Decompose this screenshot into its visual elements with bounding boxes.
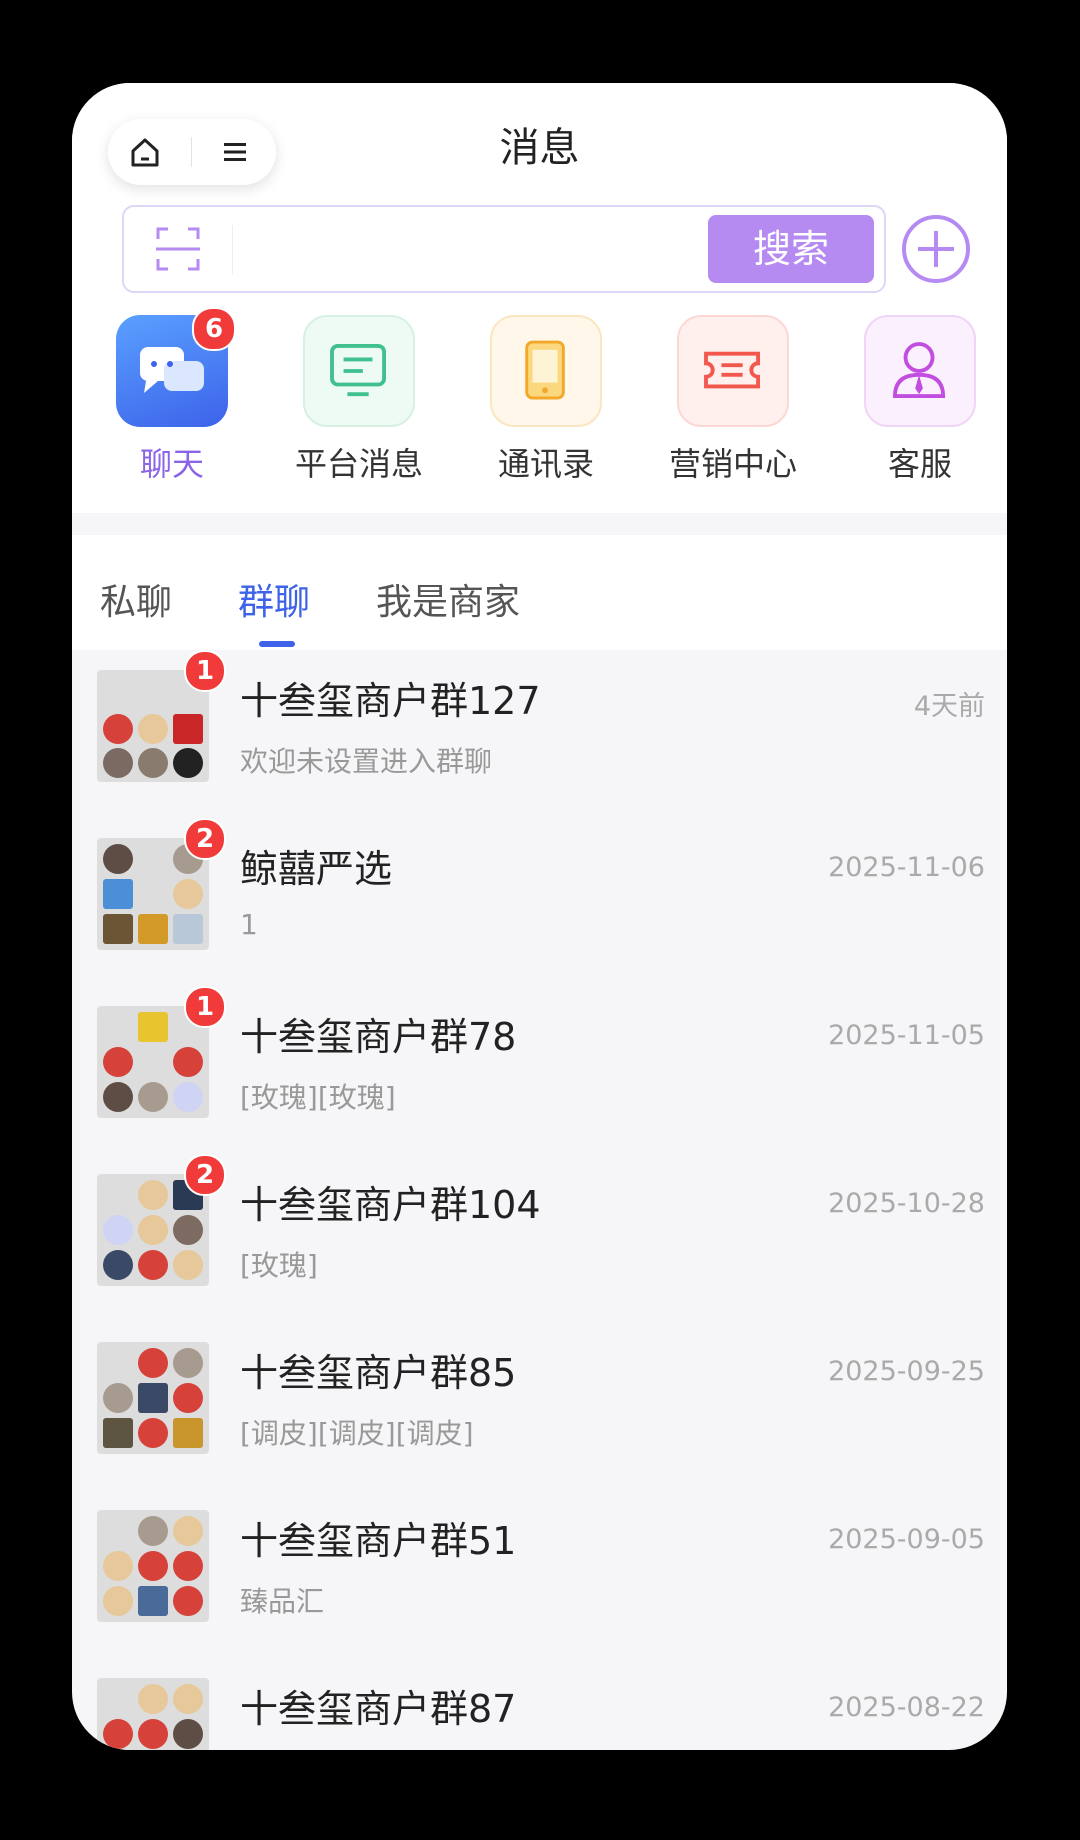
quick-action-label: 平台消息 — [294, 445, 423, 483]
quick-action-label: 通讯录 — [497, 445, 594, 483]
search-bar: 搜索 — [122, 205, 886, 293]
chat-row[interactable]: 1 十叁玺商户群127 欢迎未设置进入群聊 4天前 — [72, 650, 1007, 818]
chat-row[interactable]: 2 十叁玺商户群104 [玫瑰] 2025-10-28 — [72, 1154, 1007, 1322]
chat-time: 2025-09-05 — [828, 1524, 985, 1555]
chat-last-message: 欢迎未设置进入群聊 — [240, 745, 493, 778]
chat-name: 鲸囍严选 — [240, 847, 393, 891]
chat-row[interactable]: 2 鲸囍严选 1 2025-11-06 — [72, 818, 1007, 986]
group-avatar — [97, 1678, 209, 1750]
chat-name: 十叁玺商户群78 — [240, 1015, 517, 1059]
chat-row[interactable]: 1 十叁玺商户群78 [玫瑰][玫瑰] 2025-11-05 — [72, 986, 1007, 1154]
unread-badge: 1 — [184, 650, 226, 692]
quick-action-marketing[interactable]: 营销中心 — [648, 315, 818, 485]
chat-row[interactable]: 十叁玺商户群87 2025-08-22 — [72, 1658, 1007, 1750]
chat-time: 2025-09-25 — [828, 1356, 985, 1387]
chat-name: 十叁玺商户群87 — [240, 1687, 517, 1731]
chat-time: 2025-11-05 — [828, 1020, 985, 1051]
chat-time: 2025-11-06 — [828, 852, 985, 883]
chat-last-message: 臻品汇 — [240, 1585, 325, 1618]
quick-action-label: 聊天 — [139, 445, 204, 483]
quick-action-contacts[interactable]: 通讯录 — [461, 315, 631, 485]
header-area: 消息 搜索 6 聊天 平台消息 通讯录 营销中心 客服 — [72, 83, 1007, 513]
tab-merchant[interactable]: 我是商家 — [376, 573, 520, 625]
chat-last-message: [玫瑰][玫瑰] — [240, 1081, 396, 1114]
chat-name: 十叁玺商户群127 — [240, 679, 541, 723]
tab-indicator — [259, 641, 295, 647]
group-avatar — [97, 1510, 209, 1622]
search-button[interactable]: 搜索 — [708, 215, 874, 283]
quick-action-label: 营销中心 — [668, 445, 797, 483]
chat-tabs: 私聊 群聊 我是商家 — [72, 535, 1007, 650]
search-input[interactable] — [242, 217, 626, 281]
search-divider — [232, 225, 233, 275]
phone-screen: 消息 搜索 6 聊天 平台消息 通讯录 营销中心 客服 私聊 群聊 我是商家 1… — [72, 83, 1007, 1750]
quick-action-label: 客服 — [887, 445, 952, 483]
chat-time: 2025-10-28 — [828, 1188, 985, 1219]
contacts-icon — [490, 315, 602, 427]
chat-name: 十叁玺商户群51 — [240, 1519, 517, 1563]
chat-row[interactable]: 十叁玺商户群85 [调皮][调皮][调皮] 2025-09-25 — [72, 1322, 1007, 1490]
chat-icon: 6 — [116, 307, 236, 427]
group-avatar — [97, 1342, 209, 1454]
chat-time: 2025-08-22 — [828, 1692, 985, 1723]
chat-badge: 6 — [192, 307, 236, 351]
chat-row[interactable]: 十叁玺商户群51 臻品汇 2025-09-05 — [72, 1490, 1007, 1658]
coupon-icon — [677, 315, 789, 427]
unread-badge: 2 — [184, 818, 226, 860]
chat-name: 十叁玺商户群85 — [240, 1351, 517, 1395]
quick-actions: 6 聊天 平台消息 通讯录 营销中心 客服 — [72, 307, 1007, 485]
chat-last-message: [玫瑰] — [240, 1249, 318, 1282]
chat-time: 4天前 — [913, 691, 985, 722]
platform-message-icon — [303, 315, 415, 427]
customer-service-icon — [864, 315, 976, 427]
quick-action-customer-service[interactable]: 客服 — [835, 315, 1005, 485]
chat-last-message: 1 — [240, 908, 258, 941]
quick-action-platform-message[interactable]: 平台消息 — [274, 315, 444, 485]
chat-last-message: [调皮][调皮][调皮] — [240, 1417, 474, 1450]
quick-action-chat[interactable]: 6 聊天 — [87, 307, 257, 485]
page-title: 消息 — [499, 125, 580, 171]
chat-name: 十叁玺商户群104 — [240, 1183, 541, 1227]
scan-icon[interactable] — [154, 225, 202, 273]
unread-badge: 1 — [184, 986, 226, 1028]
tab-private-chat[interactable]: 私聊 — [100, 573, 172, 625]
unread-badge: 2 — [184, 1154, 226, 1196]
tab-group-chat[interactable]: 群聊 — [238, 573, 310, 625]
add-icon[interactable] — [900, 213, 972, 285]
